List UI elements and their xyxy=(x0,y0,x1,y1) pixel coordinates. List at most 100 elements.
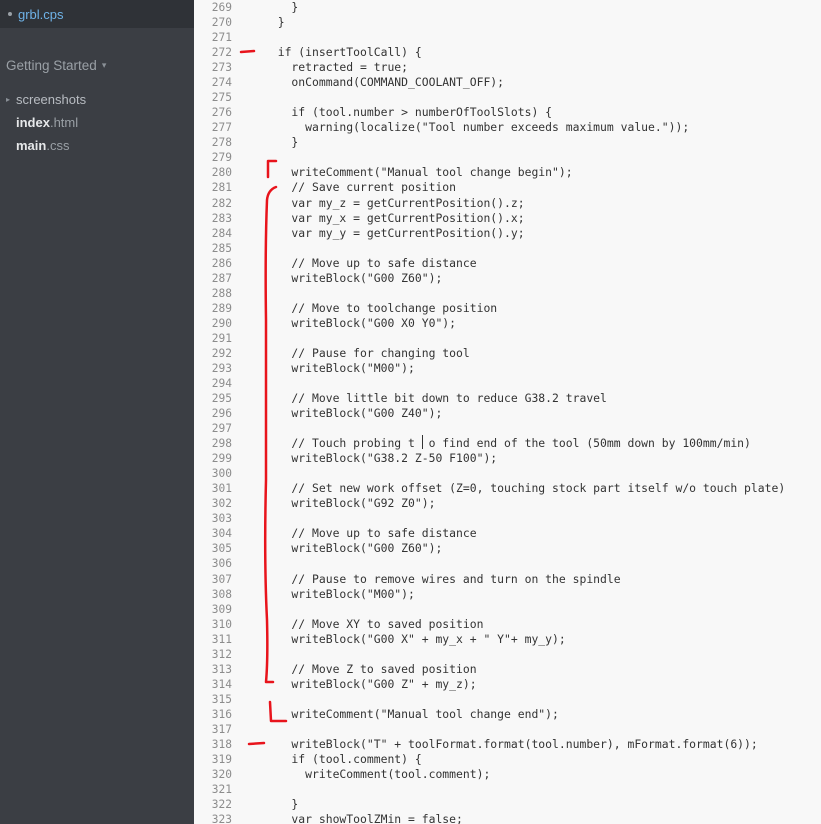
line-number-gutter: 269 270 271 272 273 274 275 276 277 278 279 280 281 2… xyxy=(194,0,238,824)
line-number: 283 xyxy=(211,212,232,225)
line-number: 287 xyxy=(211,272,232,285)
code-line[interactable]: writeBlock("T" + toolFormat.format(tool.… xyxy=(264,737,757,752)
line-number: 273 xyxy=(211,61,232,74)
line-number: 292 xyxy=(211,347,232,360)
line-number: 297 xyxy=(211,422,232,435)
line-number: 323 xyxy=(211,813,232,824)
file-name: main xyxy=(16,138,47,153)
code-line[interactable]: writeBlock("G00 Z60"); xyxy=(264,541,442,556)
line-number: 286 xyxy=(211,257,232,270)
code-line[interactable]: var showToolZMin = false; xyxy=(264,812,462,824)
file-tree: ▸ screenshots index .html main .css xyxy=(0,88,194,157)
sidebar: grbl.cps Getting Started ▾ ▸ screenshots… xyxy=(0,0,194,824)
line-number: 285 xyxy=(211,242,232,255)
line-number: 272 xyxy=(211,46,232,59)
line-number: 318 xyxy=(211,738,232,751)
code-line[interactable]: writeBlock("G00 Z" + my_z); xyxy=(264,677,476,692)
code-line[interactable]: if (tool.comment) { xyxy=(264,752,421,767)
line-number: 293 xyxy=(211,362,232,375)
code-line[interactable]: if (tool.number > numberOfToolSlots) { xyxy=(264,105,552,120)
line-number: 291 xyxy=(211,332,232,345)
line-number: 319 xyxy=(211,753,232,766)
line-number: 309 xyxy=(211,603,232,616)
code-line[interactable]: writeBlock("G00 Z60"); xyxy=(264,271,442,286)
line-number: 304 xyxy=(211,527,232,540)
line-number: 303 xyxy=(211,512,232,525)
code-line[interactable]: writeBlock("G38.2 Z-50 F100"); xyxy=(264,451,497,466)
code-line[interactable]: // Pause to remove wires and turn on the… xyxy=(264,572,620,587)
code-line[interactable]: writeComment(tool.comment); xyxy=(264,767,490,782)
line-number: 278 xyxy=(211,136,232,149)
line-number: 298 xyxy=(211,437,232,450)
code-line[interactable]: writeBlock("M00"); xyxy=(264,361,414,376)
line-number: 313 xyxy=(211,663,232,676)
line-number: 277 xyxy=(211,121,232,134)
code-line[interactable]: // Pause for changing tool xyxy=(264,346,469,361)
code-line[interactable]: if (insertToolCall) { xyxy=(264,45,422,60)
code-line[interactable]: } xyxy=(264,0,298,15)
line-number: 321 xyxy=(211,783,232,796)
code-line[interactable]: // Touch probing t o find end of the too… xyxy=(264,436,750,451)
file-dot-icon xyxy=(8,12,12,16)
code-line[interactable]: writeBlock("G00 X0 Y0"); xyxy=(264,316,456,331)
open-file-item[interactable]: grbl.cps xyxy=(0,0,194,28)
open-file-name: grbl.cps xyxy=(18,6,64,22)
line-number: 320 xyxy=(211,768,232,781)
tree-file-index[interactable]: index .html xyxy=(0,111,194,134)
line-number: 290 xyxy=(211,317,232,330)
line-number: 269 xyxy=(211,1,232,14)
tree-folder-screenshots[interactable]: ▸ screenshots xyxy=(0,88,194,111)
code-line[interactable]: writeBlock("G00 Z40"); xyxy=(264,406,442,421)
code-line[interactable]: // Save current position xyxy=(264,180,456,195)
code-line[interactable]: writeBlock("G92 Z0"); xyxy=(264,496,435,511)
file-name: index xyxy=(16,115,50,130)
line-number: 289 xyxy=(211,302,232,315)
code-line[interactable]: writeBlock("G00 X" + my_x + " Y"+ my_y); xyxy=(264,632,565,647)
line-number: 274 xyxy=(211,76,232,89)
code-line[interactable]: // Move Z to saved position xyxy=(264,662,476,677)
line-number: 294 xyxy=(211,377,232,390)
project-title: Getting Started xyxy=(6,57,97,73)
line-number: 306 xyxy=(211,557,232,570)
code-editor[interactable]: 269 270 271 272 273 274 275 276 277 278 279 280 281 2… xyxy=(194,0,821,824)
code-line[interactable]: // Move little bit down to reduce G38.2 … xyxy=(264,391,606,406)
code-line[interactable]: // Move XY to saved position xyxy=(264,617,483,632)
line-number: 296 xyxy=(211,407,232,420)
code-line[interactable]: var my_z = getCurrentPosition().z; xyxy=(264,196,524,211)
line-number: 317 xyxy=(211,723,232,736)
code-line[interactable]: // Set new work offset (Z=0, touching st… xyxy=(264,481,785,496)
line-number: 280 xyxy=(211,166,232,179)
code-line[interactable]: } xyxy=(264,135,298,150)
line-number: 307 xyxy=(211,573,232,586)
code-line[interactable]: onCommand(COMMAND_COOLANT_OFF); xyxy=(264,75,504,90)
code-line[interactable]: retracted = true; xyxy=(264,60,408,75)
line-number: 301 xyxy=(211,482,232,495)
line-number: 322 xyxy=(211,798,232,811)
code-line[interactable]: // Move up to safe distance xyxy=(264,526,476,541)
line-number: 308 xyxy=(211,588,232,601)
line-number: 288 xyxy=(211,287,232,300)
code-line[interactable]: writeComment("Manual tool change begin")… xyxy=(264,165,572,180)
code-line[interactable]: } xyxy=(264,15,285,30)
code-line[interactable]: var my_y = getCurrentPosition().y; xyxy=(264,226,524,241)
code-line[interactable]: // Move up to safe distance xyxy=(264,256,476,271)
line-number: 312 xyxy=(211,648,232,661)
code-line[interactable]: warning(localize("Tool number exceeds ma… xyxy=(264,120,689,135)
line-number: 275 xyxy=(211,91,232,104)
line-number: 311 xyxy=(211,633,232,646)
chevron-right-icon: ▸ xyxy=(6,95,11,104)
line-number: 299 xyxy=(211,452,232,465)
file-ext: .html xyxy=(49,115,79,130)
tree-file-main[interactable]: main .css xyxy=(0,134,194,157)
line-number: 295 xyxy=(211,392,232,405)
code-line[interactable]: writeComment("Manual tool change end"); xyxy=(264,707,558,722)
project-header[interactable]: Getting Started ▾ xyxy=(0,54,194,76)
code-line[interactable]: } xyxy=(264,797,298,812)
code-line[interactable]: var my_x = getCurrentPosition().x; xyxy=(264,211,524,226)
line-number: 300 xyxy=(211,467,232,480)
code-line[interactable]: writeBlock("M00"); xyxy=(264,587,414,602)
chevron-down-icon: ▾ xyxy=(101,59,107,70)
line-number: 271 xyxy=(211,31,232,44)
text-cursor xyxy=(422,435,423,449)
code-line[interactable]: // Move to toolchange position xyxy=(264,301,497,316)
